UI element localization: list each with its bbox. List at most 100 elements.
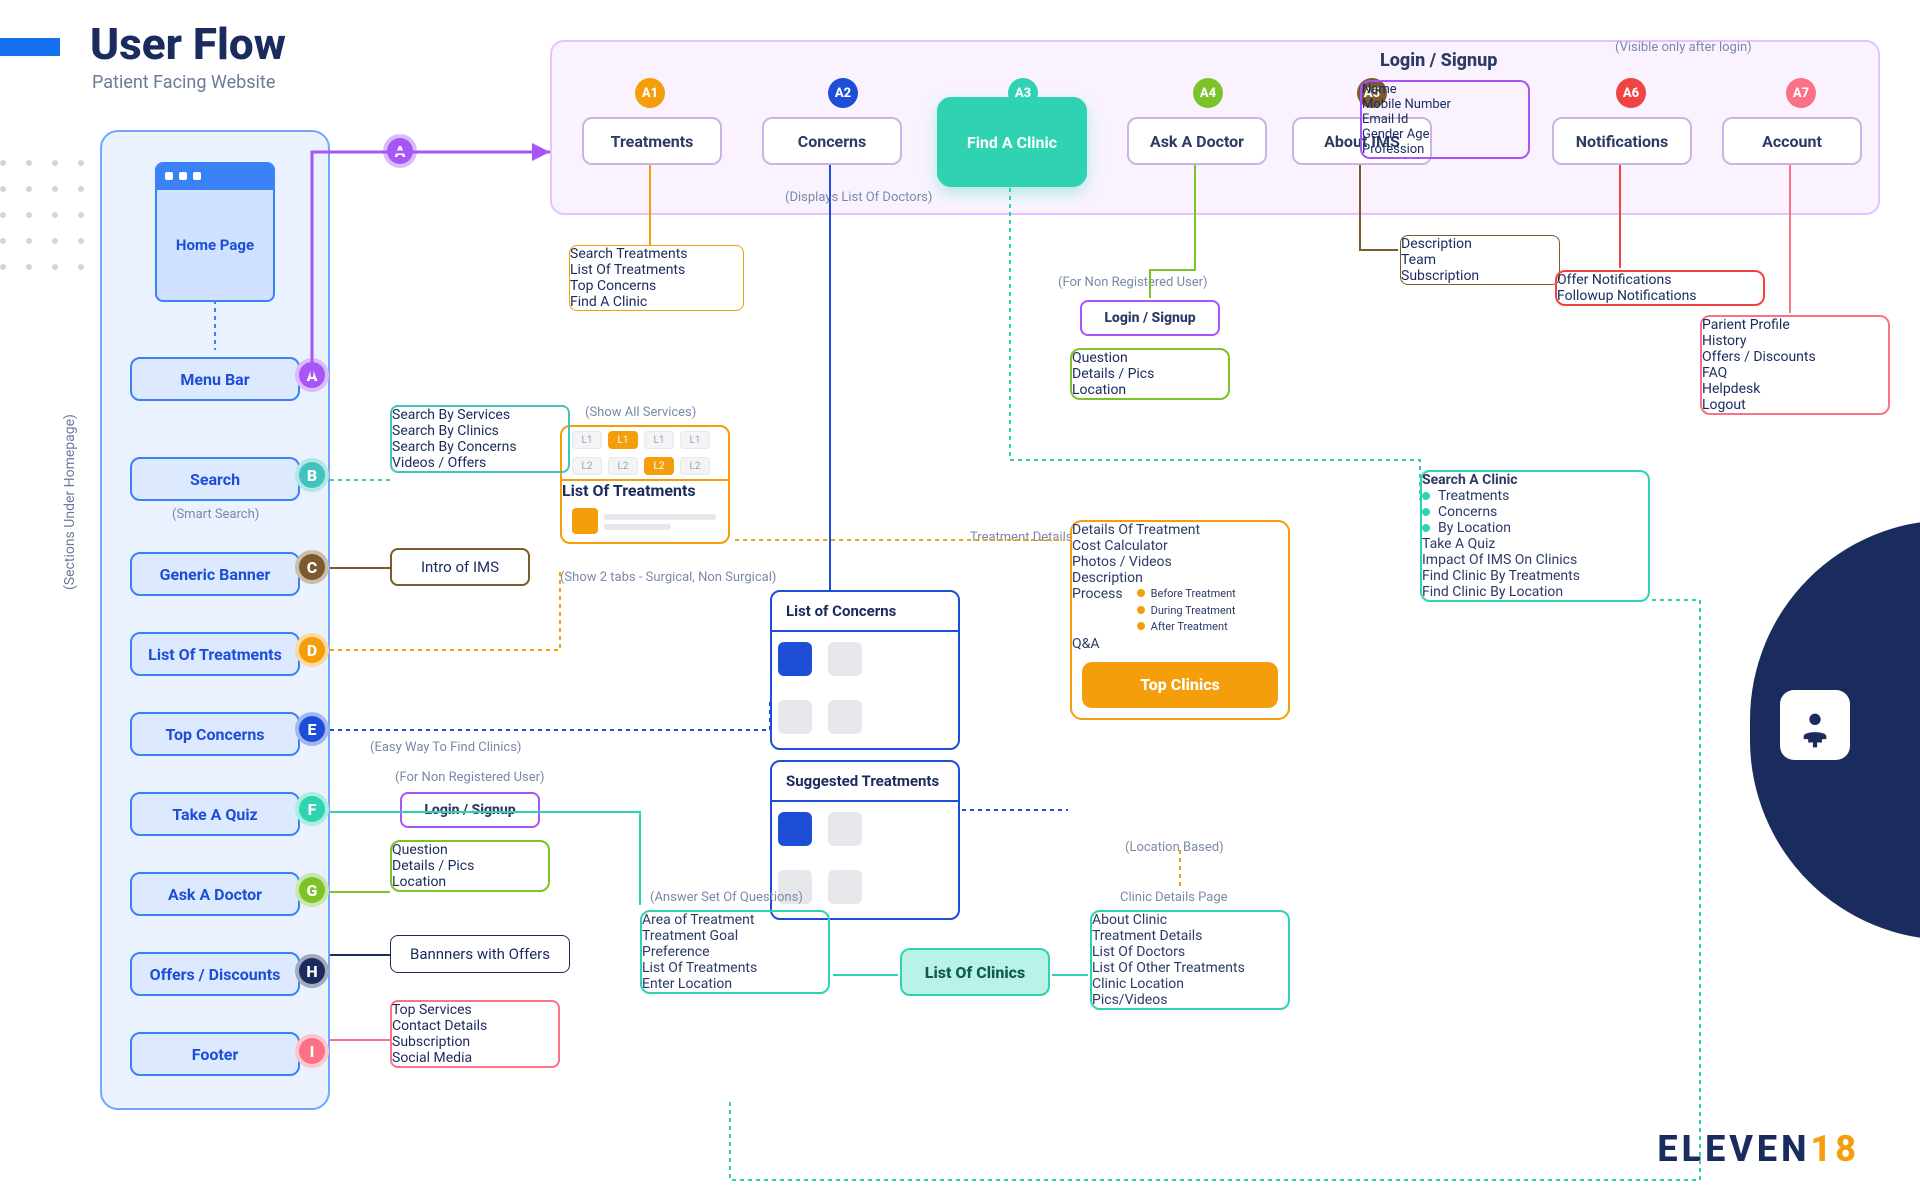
location-based-note: (Location Based) [1125, 840, 1224, 855]
field-profession[interactable]: Profession [1362, 142, 1528, 157]
concern-thumb[interactable] [828, 700, 862, 734]
about-clinic[interactable]: About Clinic [1092, 912, 1288, 928]
chip-l2[interactable]: L2 [608, 457, 638, 475]
field-mobile[interactable]: Mobile Number [1362, 97, 1528, 112]
nav-notifications[interactable]: Notifications [1552, 117, 1692, 165]
field-name[interactable]: Name [1362, 82, 1528, 97]
enter-location[interactable]: Enter Location [642, 976, 828, 992]
list-of-doctors[interactable]: List Of Doctors [1092, 944, 1288, 960]
question[interactable]: Question [1072, 350, 1228, 366]
chip-l1[interactable]: L1 [680, 431, 710, 449]
concern-thumb[interactable] [828, 642, 862, 676]
about-description[interactable]: Description [1401, 236, 1559, 252]
pics-videos[interactable]: Pics/Videos [1092, 992, 1288, 1008]
account-profile[interactable]: Parient Profile [1702, 317, 1888, 333]
login-signup-button-left[interactable]: Login / Signup [400, 792, 540, 828]
section-offers-discounts[interactable]: Offers / Discounts [130, 952, 300, 996]
treatment-thumb-icon [572, 508, 598, 534]
find-by-location[interactable]: Find Clinic By Location [1422, 584, 1648, 600]
login-signup-button-top[interactable]: Login / Signup [1080, 300, 1220, 336]
field-gender[interactable]: Gender Age [1362, 127, 1528, 142]
footer-top-services[interactable]: Top Services [392, 1002, 558, 1018]
find-a-clinic[interactable]: Find A Clinic [570, 294, 743, 310]
node-c: C [295, 550, 329, 584]
search-treatments[interactable]: Search Treatments [570, 246, 743, 262]
treatment-goal[interactable]: Treatment Goal [642, 928, 828, 944]
footer-social[interactable]: Social Media [392, 1050, 558, 1066]
search-by-services[interactable]: Search By Services [392, 407, 568, 423]
list-of-treatments2[interactable]: List Of Treatments [642, 960, 828, 976]
section-generic-banner[interactable]: Generic Banner [130, 552, 300, 596]
description[interactable]: Description [1072, 570, 1288, 586]
details-of-treatment[interactable]: Details Of Treatment [1072, 522, 1288, 538]
clinic-location[interactable]: Clinic Location [1092, 976, 1288, 992]
area-of-treatment[interactable]: Area of Treatment [642, 912, 828, 928]
section-ask-doctor[interactable]: Ask A Doctor [130, 872, 300, 916]
filter-location[interactable]: By Location [1438, 520, 1511, 536]
intro-of-ims[interactable]: Intro of IMS [390, 548, 530, 586]
followup-notifications[interactable]: Followup Notifications [1557, 288, 1763, 304]
section-search[interactable]: Search [130, 457, 300, 501]
offer-notifications[interactable]: Offer Notifications [1557, 272, 1763, 288]
chip-l1-active[interactable]: L1 [608, 431, 638, 449]
about-subscription[interactable]: Subscription [1401, 268, 1559, 284]
concern-thumb[interactable] [778, 700, 812, 734]
top-concerns[interactable]: Top Concerns [570, 278, 743, 294]
chip-l2-active[interactable]: L2 [644, 457, 674, 475]
details-pics[interactable]: Details / Pics [392, 858, 548, 874]
treatment-details[interactable]: Treatment Details [1092, 928, 1288, 944]
search-by-concerns[interactable]: Search By Concerns [392, 439, 568, 455]
videos-offers[interactable]: Videos / Offers [392, 455, 568, 471]
find-by-treatments[interactable]: Find Clinic By Treatments [1422, 568, 1648, 584]
suggested-thumb-active[interactable] [778, 812, 812, 846]
preference[interactable]: Preference [642, 944, 828, 960]
search-by-panel: Search By Services Search By Clinics Sea… [390, 405, 570, 473]
nav-treatments[interactable]: Treatments [582, 117, 722, 165]
filter-treatments[interactable]: Treatments [1438, 488, 1509, 504]
banners-with-offers[interactable]: Bannners with Offers [390, 935, 570, 973]
chip-l2[interactable]: L2 [680, 457, 710, 475]
chip-l2[interactable]: L2 [572, 457, 602, 475]
sections-under-homepage-label: (Sections Under Homepage) [62, 414, 78, 590]
section-footer[interactable]: Footer [130, 1032, 300, 1076]
section-list-treatments[interactable]: List Of Treatments [130, 632, 300, 676]
impact-ims[interactable]: Impact Of IMS On Clinics [1422, 552, 1648, 568]
account-faq[interactable]: FAQ [1702, 365, 1888, 381]
account-logout[interactable]: Logout [1702, 397, 1888, 413]
account-history[interactable]: History [1702, 333, 1888, 349]
top-nav-panel: Treatments Concerns Find A Clinic Ask A … [550, 40, 1880, 215]
list-of-clinics-button[interactable]: List Of Clinics [900, 948, 1050, 996]
q-and-a[interactable]: Q&A [1072, 636, 1288, 652]
footer-subscription[interactable]: Subscription [392, 1034, 558, 1050]
suggested-thumb[interactable] [828, 870, 862, 904]
nav-account[interactable]: Account [1722, 117, 1862, 165]
about-team[interactable]: Team [1401, 252, 1559, 268]
account-helpdesk[interactable]: Helpdesk [1702, 381, 1888, 397]
section-take-quiz[interactable]: Take A Quiz [130, 792, 300, 836]
photos-videos[interactable]: Photos / Videos [1072, 554, 1288, 570]
question[interactable]: Question [392, 842, 548, 858]
footer-contact[interactable]: Contact Details [392, 1018, 558, 1034]
section-menu-bar[interactable]: Menu Bar [130, 357, 300, 401]
chip-l1[interactable]: L1 [572, 431, 602, 449]
field-email[interactable]: Email Id [1362, 112, 1528, 127]
cost-calculator[interactable]: Cost Calculator [1072, 538, 1288, 554]
nav-ask-doctor[interactable]: Ask A Doctor [1127, 117, 1267, 165]
other-treatments[interactable]: List Of Other Treatments [1092, 960, 1288, 976]
filter-concerns[interactable]: Concerns [1438, 504, 1497, 520]
treatments-submenu: Search Treatments List Of Treatments Top… [569, 245, 744, 311]
concern-thumb-active[interactable] [778, 642, 812, 676]
search-by-clinics[interactable]: Search By Clinics [392, 423, 568, 439]
take-a-quiz[interactable]: Take A Quiz [1422, 536, 1648, 552]
suggested-thumb[interactable] [828, 812, 862, 846]
chip-l1[interactable]: L1 [644, 431, 674, 449]
nav-find-clinic[interactable]: Find A Clinic [937, 97, 1087, 187]
location[interactable]: Location [1072, 382, 1228, 398]
list-treatments[interactable]: List Of Treatments [570, 262, 743, 278]
account-offers[interactable]: Offers / Discounts [1702, 349, 1888, 365]
section-top-concerns[interactable]: Top Concerns [130, 712, 300, 756]
details-pics[interactable]: Details / Pics [1072, 366, 1228, 382]
top-clinics-button[interactable]: Top Clinics [1082, 662, 1278, 708]
location[interactable]: Location [392, 874, 548, 890]
nav-concerns[interactable]: Concerns [762, 117, 902, 165]
